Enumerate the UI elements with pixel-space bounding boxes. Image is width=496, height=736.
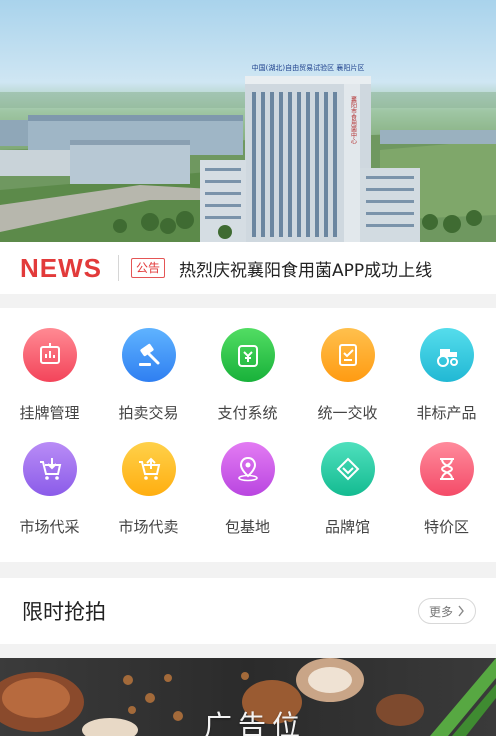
more-button-label: 更多: [428, 604, 453, 619]
menu-item-label: 特价区: [423, 518, 469, 536]
menu-item[interactable]: 非标产品: [397, 328, 496, 423]
menu-item[interactable]: 挂牌管理: [0, 328, 99, 423]
menu-item[interactable]: 拍卖交易: [99, 328, 198, 423]
menu-item[interactable]: 特价区: [397, 442, 496, 537]
announcement-badge: 公告: [131, 258, 166, 278]
function-menu-grid: 挂牌管理 拍卖交易 支付系统 统一交收 非标产品市场代采 市场代卖 包基地 品牌馆 特价区: [0, 308, 496, 562]
news-bar[interactable]: NEWS 公告 热烈庆祝襄阳食用菌APP成功上线: [0, 242, 496, 294]
flash-sale-title: 限时抢拍: [22, 600, 106, 624]
cart-download-icon: [22, 442, 77, 496]
cart-upload-icon: [121, 442, 176, 496]
auction-gavel-icon: [121, 328, 176, 382]
news-headline[interactable]: 热烈庆祝襄阳食用菌APP成功上线: [179, 256, 432, 281]
menu-item-label: 拍卖交易: [118, 404, 179, 422]
delivery-checklist-icon: [320, 328, 375, 382]
ad-banner[interactable]: 广告位: [0, 658, 496, 736]
banner-photo: 中国(湖北)自由贸易试验区 襄阳片区 襄阳市食用菌中心: [0, 63, 496, 242]
banner-sign-text: 中国(湖北)自由贸易试验区 襄阳片区: [252, 63, 365, 72]
menu-item-label: 包基地: [224, 518, 270, 536]
menu-item-label: 市场代采: [19, 518, 80, 536]
menu-item-label: 非标产品: [416, 404, 477, 422]
more-button[interactable]: 更多: [417, 598, 476, 624]
menu-item-label: 统一交收: [317, 404, 378, 422]
menu-item[interactable]: 市场代采: [0, 442, 99, 537]
app-home-page: 中国(湖北)自由贸易试验区 襄阳片区 襄阳市食用菌中心 NEWS 公告 热烈庆祝…: [0, 0, 496, 736]
brand-diamond-icon: [320, 442, 375, 496]
payment-card-icon: [220, 328, 275, 382]
menu-item[interactable]: 统一交收: [298, 328, 397, 423]
menu-item-label: 品牌馆: [324, 518, 370, 536]
chevron-right-icon: [458, 605, 464, 617]
menu-item[interactable]: 包基地: [198, 442, 297, 537]
menu-item-label: 支付系统: [217, 404, 278, 422]
listing-board-icon: [22, 328, 77, 382]
location-pin-icon: [220, 442, 275, 496]
menu-item[interactable]: 品牌馆: [298, 442, 397, 537]
banner-vertical-text: 襄阳市食用菌中心: [350, 95, 357, 144]
menu-item[interactable]: 市场代卖: [99, 442, 198, 537]
ad-placeholder-text: 广告位: [204, 709, 307, 736]
menu-item[interactable]: 支付系统: [198, 328, 297, 423]
hero-banner[interactable]: 中国(湖北)自由贸易试验区 襄阳片区 襄阳市食用菌中心: [0, 0, 496, 242]
news-divider: [118, 255, 119, 281]
menu-item-label: 市场代卖: [118, 518, 179, 536]
hourglass-icon: [419, 442, 474, 496]
flash-sale-header: 限时抢拍 更多: [0, 578, 496, 644]
tractor-icon: [419, 328, 474, 382]
news-logo: NEWS: [20, 252, 102, 283]
menu-item-label: 挂牌管理: [19, 404, 80, 422]
